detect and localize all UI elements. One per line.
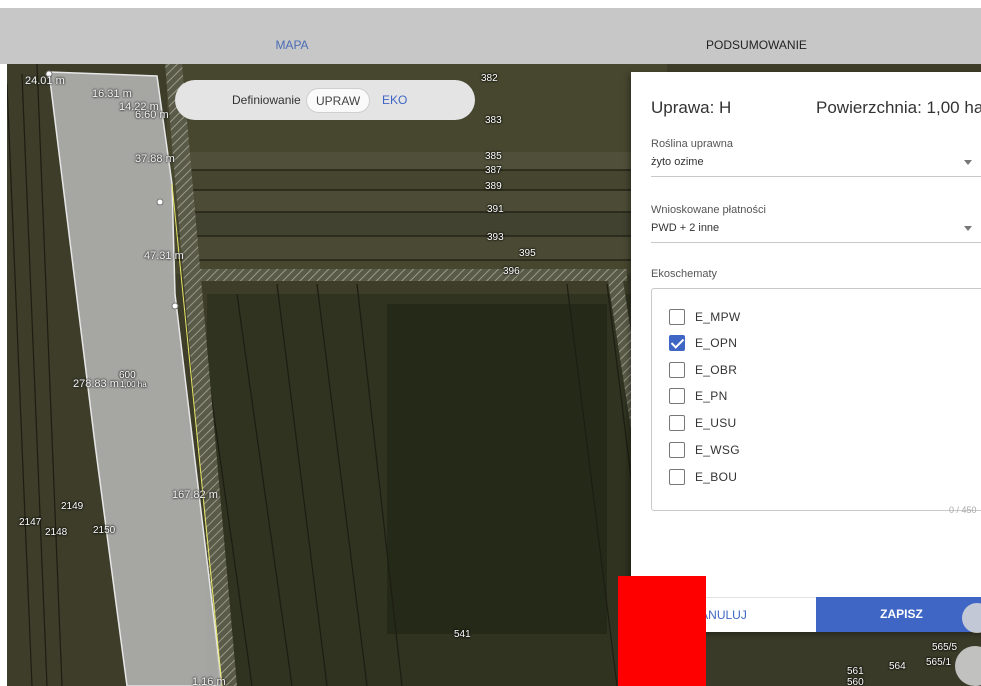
measurement-label: 37.88 m [135, 153, 175, 165]
eco-item-label: E_OPN [695, 336, 738, 350]
parcel-label: 560 [847, 677, 864, 686]
parcel-label: 393 [487, 232, 504, 243]
parcel-label: 383 [485, 115, 502, 126]
chevron-down-icon[interactable] [964, 226, 972, 231]
parcel-label: 565/5 [932, 642, 958, 653]
redaction-block [618, 576, 706, 686]
parcel-label: 2147 [19, 517, 42, 528]
payments-select[interactable]: PWD + 2 inne [651, 222, 719, 234]
crop-select[interactable]: żyto ozime [651, 156, 704, 168]
parcel-label: 541 [454, 629, 471, 640]
definition-toggle: Definiowanie UPRAW EKO [175, 80, 475, 120]
parcel-label: 396 [503, 266, 520, 277]
eco-item-label: E_OBR [695, 363, 738, 377]
eco-item-label: E_BOU [695, 470, 738, 484]
payments-field-label: Wnioskowane płatności [651, 204, 766, 216]
eco-list: E_MPW E_OPN E_OBR E_PN E_USU E_WSG E_BOU [651, 288, 981, 511]
payments-select-underline [651, 242, 981, 243]
eco-item-label: E_PN [695, 389, 728, 403]
parcel-label: 2150 [93, 525, 116, 536]
panel-area: Powierzchnia: 1,00 ha [816, 98, 981, 117]
parcel-label: 387 [485, 165, 502, 176]
measurement-label: 6.60 m [135, 109, 169, 121]
parcel-label: 564 [889, 661, 906, 672]
measurement-label: 1.16 m [192, 676, 226, 686]
measurement-label: 167.82 m [172, 489, 218, 501]
toggle-upraw-button[interactable]: UPRAW [306, 88, 371, 113]
measurement-label: 278.83 m [73, 378, 119, 390]
toggle-eko-button[interactable]: EKO [373, 88, 416, 113]
eco-item-label: E_MPW [695, 310, 741, 324]
checkbox-checked[interactable] [669, 335, 685, 351]
save-button[interactable]: ZAPISZ [816, 597, 981, 632]
checkbox[interactable] [669, 309, 685, 325]
measurement-label: 24.01 m [25, 75, 65, 87]
measurement-label: 47.31 m [144, 250, 184, 262]
char-counter: 0 / 450 [949, 505, 977, 515]
tab-podsumowanie[interactable]: PODSUMOWANIE [532, 8, 981, 64]
crop-select-underline [651, 176, 981, 177]
parcel-label: 565/1 [926, 657, 952, 668]
eco-label: Ekoschematy [651, 268, 718, 280]
tab-mapa[interactable]: MAPA [52, 8, 532, 64]
parcel-label: 382 [481, 73, 498, 84]
app-root: MAPA PODSUMOWANIE 382 383 385 387 389 39… [0, 0, 981, 686]
parcel-label: 389 [485, 181, 502, 192]
parcel-label: 391 [487, 204, 504, 215]
eco-item-label: E_USU [695, 416, 737, 430]
parcel-label: 2148 [45, 527, 68, 538]
checkbox[interactable] [669, 469, 685, 485]
crop-panel: Uprawa: H Powierzchnia: 1,00 ha Roślina … [631, 72, 981, 632]
checkbox[interactable] [669, 362, 685, 378]
panel-title: Uprawa: H [651, 98, 732, 117]
chevron-down-icon[interactable] [964, 160, 972, 165]
parcel-label: 561 [847, 666, 864, 677]
measurement-label: 16.31 m [92, 88, 132, 100]
checkbox[interactable] [669, 415, 685, 431]
tab-bar: MAPA PODSUMOWANIE [0, 8, 981, 72]
area-sub-label: 1,00 ha [120, 380, 147, 389]
crop-field-label: Roślina uprawna [651, 138, 733, 150]
eco-item-label: E_WSG [695, 443, 740, 457]
parcel-label: 2149 [61, 501, 84, 512]
parcel-label: 395 [519, 248, 536, 259]
checkbox[interactable] [669, 442, 685, 458]
checkbox[interactable] [669, 388, 685, 404]
definition-label: Definiowanie [232, 93, 301, 107]
parcel-label: 385 [485, 151, 502, 162]
